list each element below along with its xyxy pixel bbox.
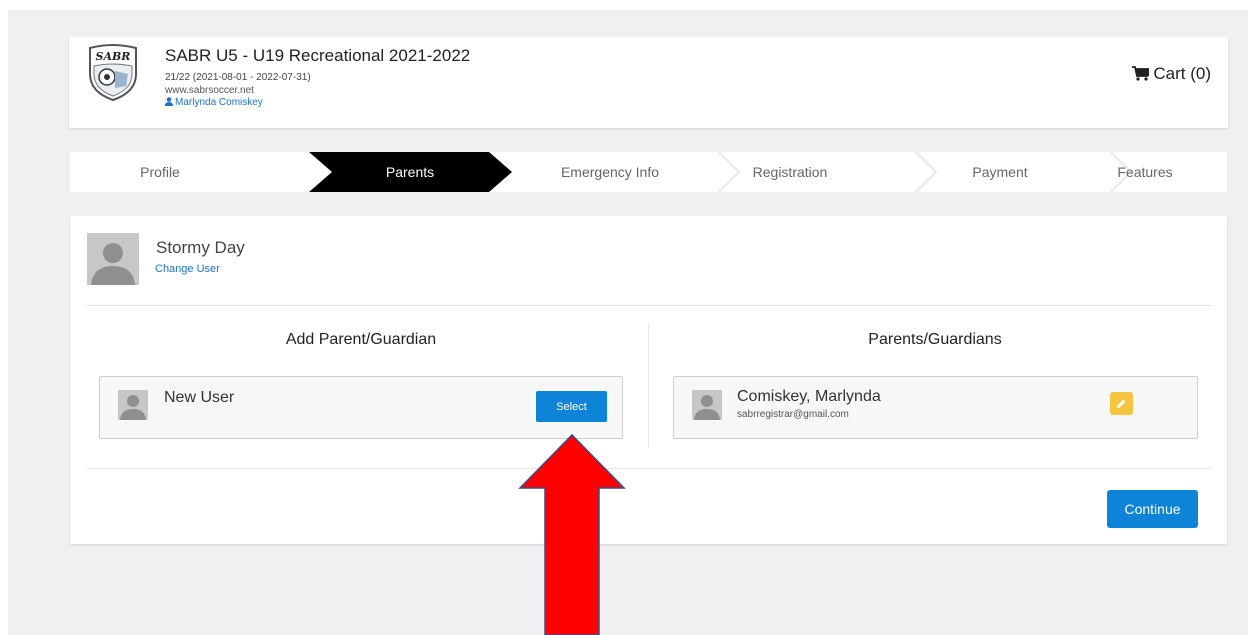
player-avatar	[87, 233, 139, 285]
logged-in-user-name: Marlynda Comiskey	[175, 97, 263, 108]
divider	[87, 305, 1211, 306]
parents-panel: Stormy Day Change User Add Parent/Guardi…	[70, 216, 1227, 544]
event-title: SABR U5 - U19 Recreational 2021-2022	[165, 46, 471, 65]
parent-email: sabrregistrar@gmail.com	[737, 409, 849, 420]
divider	[87, 468, 1211, 469]
select-button[interactable]: Select	[536, 391, 607, 422]
column-divider	[648, 324, 649, 448]
parent-card: Comiskey, Marlynda sabrregistrar@gmail.c…	[673, 376, 1198, 439]
parent-name: Comiskey, Marlynda	[737, 388, 881, 405]
step-emergency-info[interactable]: Emergency Info	[510, 152, 710, 192]
step-profile[interactable]: Profile	[105, 152, 215, 192]
parents-title: Parents/Guardians	[868, 331, 1002, 348]
add-parent-title: Add Parent/Guardian	[285, 331, 437, 348]
logged-in-user[interactable]: Marlynda Comiskey	[165, 97, 263, 108]
user-icon	[165, 97, 173, 106]
pencil-icon	[1117, 399, 1126, 408]
step-features[interactable]: Features	[1090, 152, 1200, 192]
cart-link[interactable]: Cart (0)	[1132, 64, 1211, 84]
new-user-option: New User Select	[99, 376, 623, 439]
parent-avatar	[692, 390, 722, 420]
season-dates: 21/22 (2021-08-01 - 2022-07-31)	[165, 72, 311, 83]
logo-text: SABR	[96, 50, 131, 63]
club-website: www.sabrsoccer.net	[165, 85, 254, 96]
step-parents[interactable]: Parents	[320, 152, 500, 192]
step-payment[interactable]: Payment	[900, 152, 1100, 192]
player-name: Stormy Day	[156, 238, 245, 257]
new-user-avatar	[118, 390, 148, 420]
event-header: SABR SABR U5 - U19 Recreational 2021-202…	[69, 37, 1228, 128]
registration-steps: Profile Parents Emergency Info Registrat…	[70, 152, 1227, 192]
step-registration[interactable]: Registration	[690, 152, 890, 192]
continue-button[interactable]: Continue	[1107, 490, 1198, 528]
club-logo: SABR	[89, 44, 137, 102]
cart-icon	[1132, 66, 1151, 81]
new-user-label: New User	[164, 389, 235, 406]
cart-label: Cart (0)	[1153, 64, 1211, 83]
edit-parent-button[interactable]	[1110, 392, 1133, 415]
annotation-arrow-icon	[518, 433, 626, 635]
change-user-link[interactable]: Change User	[155, 263, 220, 275]
